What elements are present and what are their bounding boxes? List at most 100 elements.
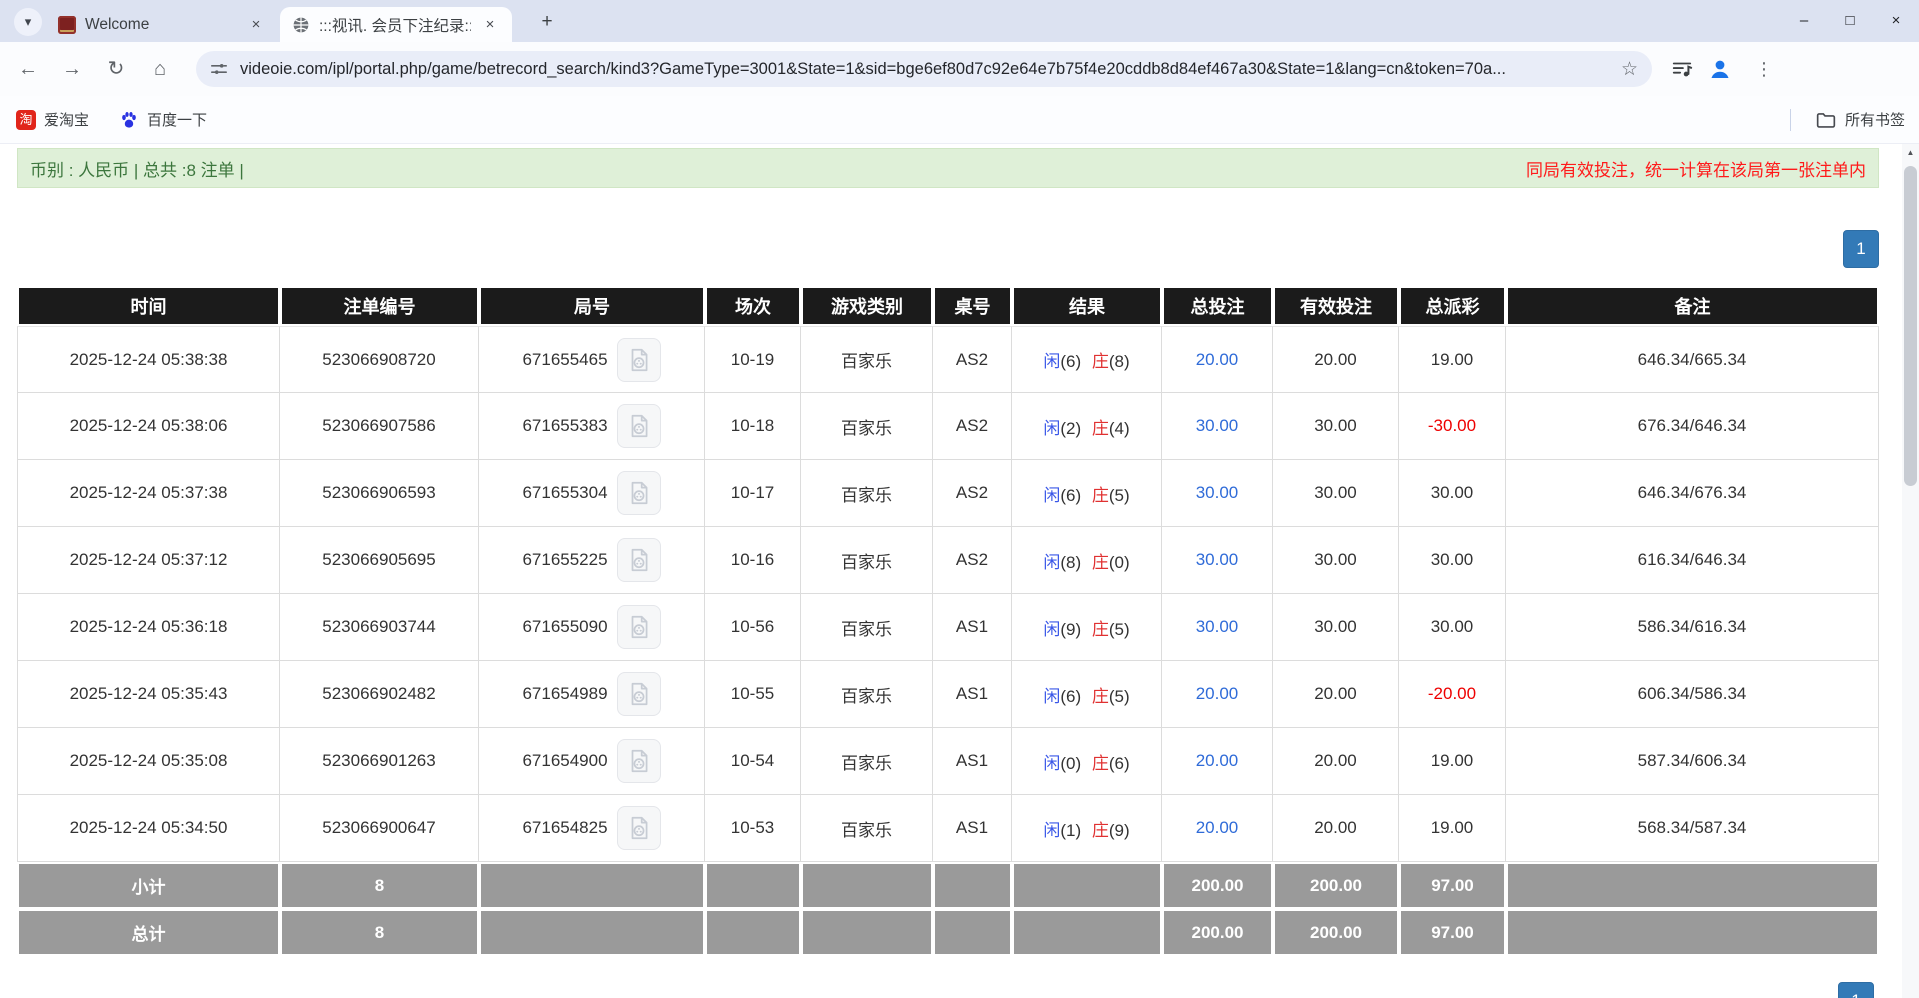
close-window-button[interactable]: × — [1873, 0, 1919, 42]
banker-result-label: 庄 — [1092, 821, 1109, 840]
game-type-cell: 百家乐 — [801, 728, 933, 795]
video-replay-button[interactable] — [617, 739, 661, 783]
tab-search-button[interactable]: ▾ — [14, 8, 42, 36]
col-valid-bet: 有效投注 — [1273, 286, 1399, 326]
remark-cell: 616.34/646.34 — [1506, 527, 1879, 594]
total-label: 总计 — [17, 909, 280, 956]
video-replay-button[interactable] — [617, 471, 661, 515]
video-replay-button[interactable] — [617, 605, 661, 649]
video-replay-button[interactable] — [617, 538, 661, 582]
col-session: 场次 — [705, 286, 801, 326]
player-score: (9) — [1060, 620, 1086, 639]
round-cell: 671655304 — [479, 460, 705, 527]
round-cell: 671655465 — [479, 326, 705, 393]
globe-favicon-icon — [292, 16, 310, 34]
session-cell: 10-53 — [705, 795, 801, 862]
bet-id: 523066908720 — [280, 326, 479, 393]
baidu-paw-icon — [119, 110, 139, 130]
table-number-cell: AS2 — [933, 393, 1012, 460]
total-total-bet: 200.00 — [1162, 909, 1273, 956]
bet-records-table: 时间 注单编号 局号 场次 游戏类别 桌号 结果 总投注 有效投注 总派彩 备注… — [17, 286, 1879, 956]
tab-welcome[interactable]: Welcome × — [46, 7, 278, 42]
menu-icon[interactable]: ⋮ — [1744, 49, 1784, 89]
banker-score: (5) — [1109, 486, 1130, 505]
back-button[interactable]: ← — [8, 49, 48, 89]
valid-bet-cell: 30.00 — [1273, 527, 1399, 594]
bookmark-baidu[interactable]: 百度一下 — [119, 109, 207, 130]
home-button[interactable]: ⌂ — [140, 49, 180, 89]
round-number: 671654825 — [522, 818, 607, 838]
subtotal-valid-bet: 200.00 — [1273, 862, 1399, 909]
bet-time: 2025-12-24 05:35:43 — [17, 661, 280, 728]
site-info-icon[interactable] — [210, 60, 228, 78]
new-tab-button[interactable]: + — [534, 9, 560, 35]
bet-time: 2025-12-24 05:38:38 — [17, 326, 280, 393]
bet-id: 523066901263 — [280, 728, 479, 795]
tab-betrecord[interactable]: :::视讯. 会员下注纪录::: × — [280, 7, 512, 42]
player-score: (6) — [1060, 687, 1086, 706]
session-cell: 10-16 — [705, 527, 801, 594]
player-result-label: 闲 — [1043, 620, 1060, 639]
total-bet-cell: 20.00 — [1162, 326, 1273, 393]
profile-avatar[interactable] — [1706, 55, 1734, 83]
game-type-cell: 百家乐 — [801, 661, 933, 728]
banker-score: (5) — [1109, 687, 1130, 706]
page-scrollbar[interactable]: ▲ — [1902, 144, 1919, 998]
video-replay-button[interactable] — [617, 338, 661, 382]
pagination-bottom-page-1[interactable]: 1 — [1838, 982, 1874, 998]
payout-cell: 19.00 — [1399, 795, 1506, 862]
video-replay-button[interactable] — [617, 672, 661, 716]
result-cell: 闲(6) 庄(8) — [1012, 326, 1162, 393]
address-bar[interactable]: videoie.com/ipl/portal.php/game/betrecor… — [196, 51, 1652, 87]
player-result-label: 闲 — [1043, 352, 1060, 371]
result-cell: 闲(0) 庄(6) — [1012, 728, 1162, 795]
payout-cell: 30.00 — [1399, 460, 1506, 527]
round-number: 671655383 — [522, 416, 607, 436]
session-cell: 10-17 — [705, 460, 801, 527]
pagination-page-1[interactable]: 1 — [1843, 230, 1879, 268]
close-tab-icon[interactable]: × — [480, 15, 500, 35]
col-result: 结果 — [1012, 286, 1162, 326]
bookmark-star-icon[interactable]: ☆ — [1621, 58, 1638, 81]
col-table-no: 桌号 — [933, 286, 1012, 326]
bookmark-taobao[interactable]: 淘 爱淘宝 — [16, 109, 89, 130]
table-number-cell: AS2 — [933, 460, 1012, 527]
table-number-cell: AS1 — [933, 795, 1012, 862]
remark-cell: 646.34/665.34 — [1506, 326, 1879, 393]
banker-score: (5) — [1109, 620, 1130, 639]
close-tab-icon[interactable]: × — [246, 15, 266, 35]
total-bet-cell: 20.00 — [1162, 728, 1273, 795]
scroll-up-arrow-icon[interactable]: ▲ — [1902, 144, 1919, 162]
player-score: (6) — [1060, 352, 1086, 371]
all-bookmarks-label[interactable]: 所有书签 — [1845, 109, 1905, 130]
video-replay-button[interactable] — [617, 404, 661, 448]
player-result-label: 闲 — [1043, 687, 1060, 706]
col-time: 时间 — [17, 286, 280, 326]
media-controls-icon[interactable] — [1668, 55, 1696, 83]
table-row: 2025-12-24 05:37:12 523066905695 6716552… — [17, 527, 1879, 594]
reload-button[interactable]: ↻ — [96, 49, 136, 89]
player-score: (6) — [1060, 486, 1086, 505]
maximize-button[interactable]: □ — [1827, 0, 1873, 42]
valid-bet-cell: 20.00 — [1273, 326, 1399, 393]
bet-time: 2025-12-24 05:34:50 — [17, 795, 280, 862]
scrollbar-thumb[interactable] — [1904, 166, 1917, 486]
col-round: 局号 — [479, 286, 705, 326]
round-cell: 671654900 — [479, 728, 705, 795]
forward-button[interactable]: → — [52, 49, 92, 89]
bet-id: 523066906593 — [280, 460, 479, 527]
banker-result-label: 庄 — [1092, 486, 1109, 505]
valid-bet-cell: 30.00 — [1273, 393, 1399, 460]
remark-cell: 568.34/587.34 — [1506, 795, 1879, 862]
bookmark-label: 爱淘宝 — [44, 109, 89, 130]
banker-result-label: 庄 — [1092, 754, 1109, 773]
banker-score: (9) — [1109, 821, 1130, 840]
video-replay-button[interactable] — [617, 806, 661, 850]
minimize-button[interactable]: – — [1781, 0, 1827, 42]
url-text[interactable]: videoie.com/ipl/portal.php/game/betrecor… — [240, 60, 1611, 79]
payout-cell: 30.00 — [1399, 594, 1506, 661]
payout-cell: -20.00 — [1399, 661, 1506, 728]
banker-score: (4) — [1109, 419, 1130, 438]
banker-score: (0) — [1109, 553, 1130, 572]
session-cell: 10-56 — [705, 594, 801, 661]
